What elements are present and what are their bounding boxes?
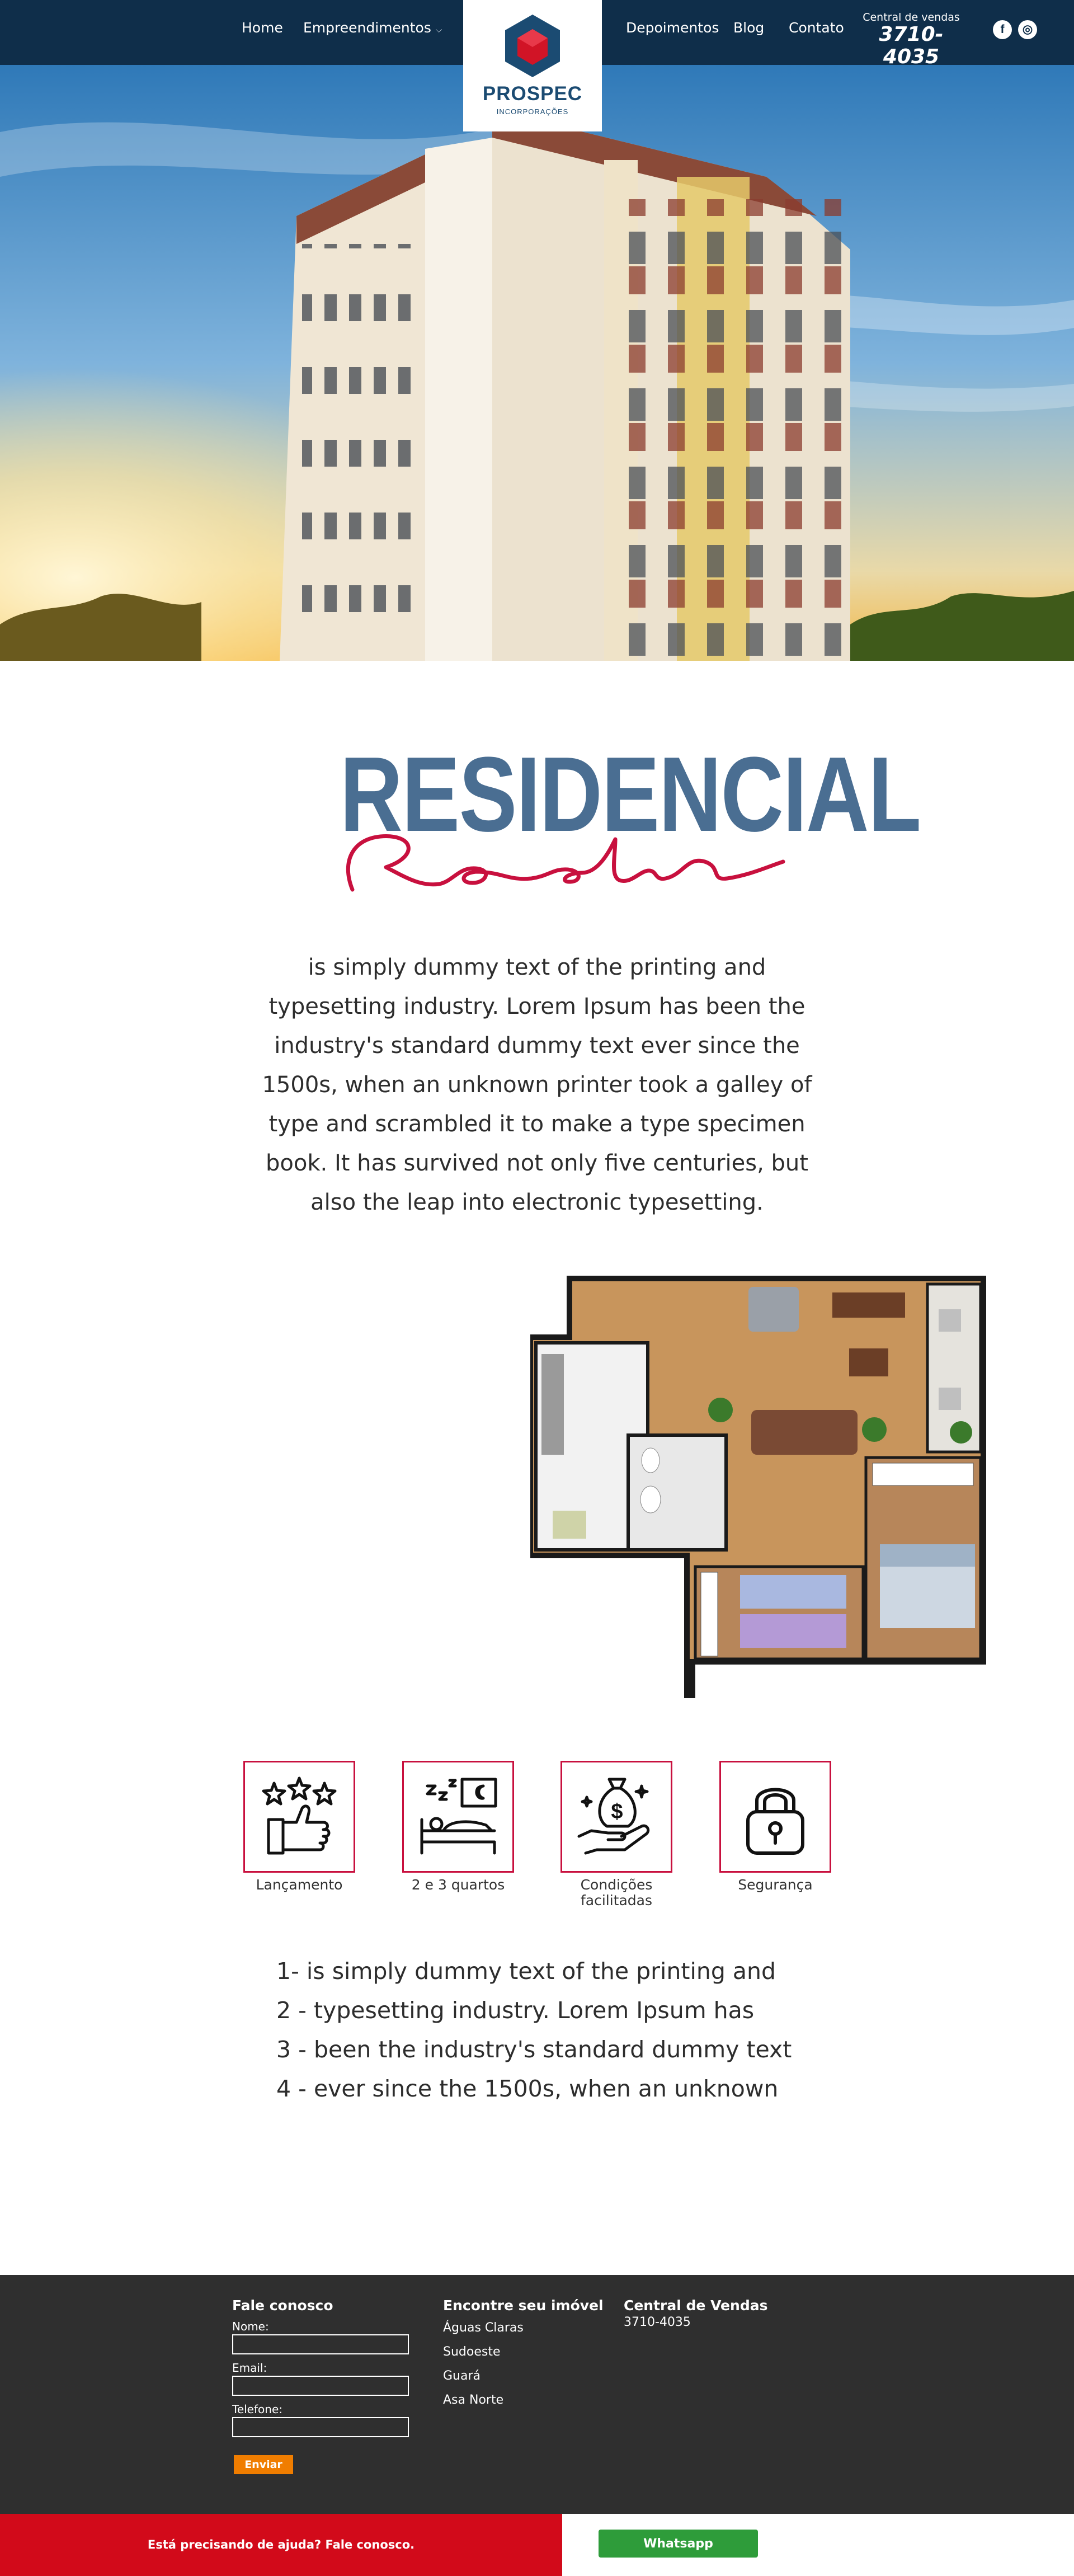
sales-phone[interactable]: 3710-4035 [852, 23, 970, 68]
instagram-icon[interactable]: ◎ [1018, 20, 1037, 39]
svg-text:$: $ [611, 1800, 623, 1823]
feature-box [402, 1761, 514, 1873]
phone-field[interactable] [232, 2417, 409, 2437]
feature-quartos: 2 e 3 quartos [402, 1761, 514, 1893]
padlock-icon [746, 1788, 804, 1855]
feature-box [243, 1761, 355, 1873]
hero-image [0, 65, 1074, 661]
sales-center-title: Central de Vendas [624, 2297, 768, 2314]
features-list: 1- is simply dummy text of the printing … [276, 1952, 836, 2108]
location-link-aguas-claras[interactable]: Águas Claras [443, 2321, 524, 2335]
list-item: 4 - ever since the 1500s, when an unknow… [276, 2075, 779, 2102]
feature-label: Condições facilitadas [580, 1877, 653, 1909]
phone-label: Telefone: [232, 2403, 282, 2416]
send-button[interactable]: Enviar [234, 2455, 293, 2474]
feature-label: Lançamento [256, 1877, 343, 1893]
footer: Fale conosco Nome: Email: Telefone: Envi… [0, 2275, 1074, 2514]
facebook-icon[interactable]: f [993, 20, 1012, 39]
sales-label: Central de vendas [863, 11, 960, 23]
list-item: 2 - typesetting industry. Lorem Ipsum ha… [276, 1997, 755, 2024]
feature-label: 2 e 3 quartos [411, 1877, 505, 1893]
email-field[interactable] [232, 2376, 409, 2396]
logo-subtitle: INCORPORAÇÕES [496, 107, 569, 116]
location-link-asa-norte[interactable]: Asa Norte [443, 2393, 503, 2407]
sleeping-bed-icon [420, 1778, 497, 1855]
title-script-logo [346, 834, 785, 892]
name-field[interactable] [232, 2334, 409, 2354]
name-label: Nome: [232, 2320, 269, 2333]
location-link-guara[interactable]: Guará [443, 2369, 481, 2383]
nav-depoimentos-link[interactable]: Depoimentos [626, 0, 719, 56]
feature-label: Segurança [738, 1877, 813, 1893]
nav-empreendimentos-link[interactable]: Empreendimentos ⌵ [303, 0, 442, 56]
money-bag-hand-icon: $ [577, 1778, 650, 1855]
find-property-title: Encontre seu imóvel [443, 2297, 604, 2314]
feature-box: $ [560, 1761, 672, 1873]
intro-paragraph: is simply dummy text of the printing and… [262, 955, 812, 1215]
logo[interactable]: PROSPEC INCORPORAÇÕES [463, 0, 602, 131]
logo-hexagon-icon [505, 15, 560, 77]
building-photo [0, 65, 1074, 661]
nav-empreendimentos-label: Empreendimentos [303, 20, 431, 36]
project-title: RESIDENCIAL [296, 739, 921, 906]
thumbs-up-stars-icon [262, 1776, 337, 1855]
email-label: Email: [232, 2361, 267, 2375]
nav-blog-link[interactable]: Blog [733, 0, 764, 56]
feature-condicoes: $ Condições facilitadas [560, 1761, 672, 1909]
whatsapp-button[interactable]: Whatsapp [599, 2530, 758, 2558]
nav-contato-link[interactable]: Contato [789, 0, 844, 56]
list-item: 1- is simply dummy text of the printing … [276, 1958, 776, 1985]
feature-lancamento: Lançamento [243, 1761, 355, 1893]
whatsapp-bar: Whatsapp [562, 2514, 1074, 2576]
nav-sales-center: Central de vendas 3710-4035 [852, 11, 970, 68]
feature-box [719, 1761, 831, 1873]
logo-name: PROSPEC [482, 83, 583, 105]
floor-plan-image [530, 1276, 990, 1698]
list-item: 3 - been the industry's standard dummy t… [276, 2036, 792, 2063]
sales-center-phone: 3710-4035 [624, 2315, 691, 2329]
help-bar: Está precisando de ajuda? Fale conosco. [0, 2514, 562, 2576]
nav-home-link[interactable]: Home [242, 0, 283, 56]
location-link-sudoeste[interactable]: Sudoeste [443, 2345, 501, 2359]
chevron-down-icon: ⌵ [435, 25, 442, 35]
contact-form-title: Fale conosco [232, 2297, 333, 2314]
feature-seguranca: Segurança [719, 1761, 831, 1893]
